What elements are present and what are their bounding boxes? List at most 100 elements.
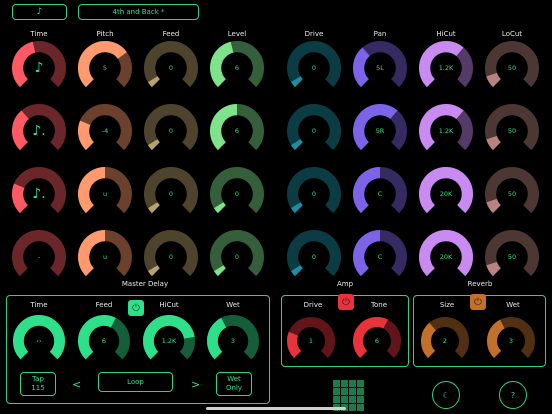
amp-drive-label: Drive xyxy=(303,301,323,309)
note-value-button[interactable]: ♪ xyxy=(12,4,67,20)
knob-value: 6 xyxy=(234,64,240,72)
knob-value: 6 xyxy=(234,127,240,135)
knob-drive-1[interactable]: 0 xyxy=(286,40,342,96)
knob-drive-2[interactable]: 0 xyxy=(286,103,342,159)
knob-value: 3 xyxy=(508,337,514,345)
knob-value: 0 xyxy=(311,253,317,261)
knob-pitch-2[interactable]: -4 xyxy=(77,103,133,159)
tap-button[interactable]: Tap 115 xyxy=(20,372,56,396)
prev-mode-arrow[interactable]: < xyxy=(72,378,81,391)
knob-value: 5R xyxy=(375,127,385,135)
amp-power-button[interactable]: ⏻ xyxy=(338,294,354,310)
knob-value: -4 xyxy=(101,127,109,135)
knob-value: ♪ xyxy=(34,60,44,76)
knob-hicut-3[interactable]: 20K xyxy=(418,166,474,222)
reverb-power-button[interactable]: ⏻ xyxy=(470,294,486,310)
knob-feed-2[interactable]: 0 xyxy=(143,103,199,159)
master-wet-label: Wet xyxy=(226,301,240,309)
knob-feed-1[interactable]: 0 xyxy=(143,40,199,96)
knob-pitch-4[interactable]: u xyxy=(77,229,133,285)
knob-value: C xyxy=(377,190,383,198)
knob-pan-3[interactable]: C xyxy=(352,166,408,222)
amp-title: Amp xyxy=(336,280,354,288)
knob-time-1[interactable]: ♪ xyxy=(11,40,67,96)
knob-level-2[interactable]: 6 xyxy=(209,103,265,159)
column-header-pitch: Pitch xyxy=(96,30,114,38)
knob-hicut-2[interactable]: 1.2K xyxy=(418,103,474,159)
knob-value: 0 xyxy=(168,127,174,135)
tap-label: Tap xyxy=(32,375,44,383)
night-mode-button[interactable]: ☾ xyxy=(432,381,460,409)
knob-locut-3[interactable]: 50 xyxy=(484,166,540,222)
knob-value: 6 xyxy=(374,337,380,345)
preset-name-button[interactable]: 4th and Back * xyxy=(78,4,199,20)
knob-time-3[interactable]: ♪. xyxy=(11,166,67,222)
knob-hicut-1[interactable]: 1.2K xyxy=(418,40,474,96)
knob-locut-4[interactable]: 50 xyxy=(484,229,540,285)
delay-mode-label: Loop xyxy=(127,377,144,386)
knob-value: 2 xyxy=(442,337,448,345)
reverb-title: Reverb xyxy=(467,280,493,288)
column-header-hicut: HiCut xyxy=(436,30,456,38)
knob-value: 50 xyxy=(507,127,517,135)
delay-mode-button[interactable]: Loop xyxy=(98,372,173,392)
knob-value: 50 xyxy=(507,190,517,198)
knob-value: 1.2K xyxy=(438,64,454,72)
knob-value: 0 xyxy=(311,64,317,72)
column-header-drive: Drive xyxy=(304,30,324,38)
master-time-knob[interactable]: ‹› xyxy=(12,314,66,368)
master-feed-label: Feed xyxy=(95,301,113,309)
amp-drive-knob[interactable]: 1 xyxy=(286,316,336,366)
wet-only-button[interactable]: Wet Only xyxy=(216,372,252,396)
master-wet-knob[interactable]: 3 xyxy=(206,314,260,368)
power-icon: ⏻ xyxy=(132,302,140,314)
knob-value: 5L xyxy=(376,64,384,72)
knob-drive-3[interactable]: 0 xyxy=(286,166,342,222)
knob-pan-4[interactable]: C xyxy=(352,229,408,285)
home-indicator xyxy=(206,407,346,410)
eighth-note-icon: ♪ xyxy=(36,6,43,17)
power-icon: ⏻ xyxy=(474,296,482,308)
knob-pan-1[interactable]: 5L xyxy=(352,40,408,96)
knob-level-4[interactable]: 0 xyxy=(209,229,265,285)
knob-value: 0 xyxy=(311,127,317,135)
knob-value: 0 xyxy=(168,190,174,198)
reverb-size-knob[interactable]: 2 xyxy=(420,316,470,366)
power-icon: ⏻ xyxy=(342,296,350,308)
knob-time-2[interactable]: ♪. xyxy=(11,103,67,159)
help-button[interactable]: ? xyxy=(499,381,527,409)
knob-value: 6 xyxy=(101,337,107,345)
column-header-feed: Feed xyxy=(162,30,180,38)
knob-value: 0 xyxy=(168,64,174,72)
column-header-pan: Pan xyxy=(373,30,387,38)
knob-time-4[interactable]: - xyxy=(11,229,67,285)
knob-value: ♪. xyxy=(32,123,46,139)
column-header-time: Time xyxy=(30,30,48,38)
master-feed-knob[interactable]: 6 xyxy=(77,314,131,368)
knob-locut-1[interactable]: 50 xyxy=(484,40,540,96)
knob-value: 20K xyxy=(439,253,453,261)
knob-pitch-3[interactable]: u xyxy=(77,166,133,222)
knob-pitch-1[interactable]: 5 xyxy=(77,40,133,96)
knob-value: C xyxy=(377,253,383,261)
knob-locut-2[interactable]: 50 xyxy=(484,103,540,159)
knob-hicut-4[interactable]: 20K xyxy=(418,229,474,285)
master-time-label: Time xyxy=(30,301,48,309)
knob-value: 0 xyxy=(234,253,240,261)
knob-pan-2[interactable]: 5R xyxy=(352,103,408,159)
knob-value: 5 xyxy=(102,64,108,72)
master-hicut-label: HiCut xyxy=(159,301,179,309)
moon-icon: ☾ xyxy=(442,390,450,400)
amp-tone-knob[interactable]: 6 xyxy=(352,316,402,366)
knob-drive-4[interactable]: 0 xyxy=(286,229,342,285)
knob-value: ‹› xyxy=(36,337,42,345)
knob-feed-4[interactable]: 0 xyxy=(143,229,199,285)
knob-value: 0 xyxy=(234,190,240,198)
knob-level-3[interactable]: 0 xyxy=(209,166,265,222)
knob-feed-3[interactable]: 0 xyxy=(143,166,199,222)
reverb-wet-knob[interactable]: 3 xyxy=(486,316,536,366)
master-hicut-knob[interactable]: 1.2K xyxy=(142,314,196,368)
knob-level-1[interactable]: 6 xyxy=(209,40,265,96)
knob-value: 1.2K xyxy=(161,337,177,345)
next-mode-arrow[interactable]: > xyxy=(191,378,200,391)
